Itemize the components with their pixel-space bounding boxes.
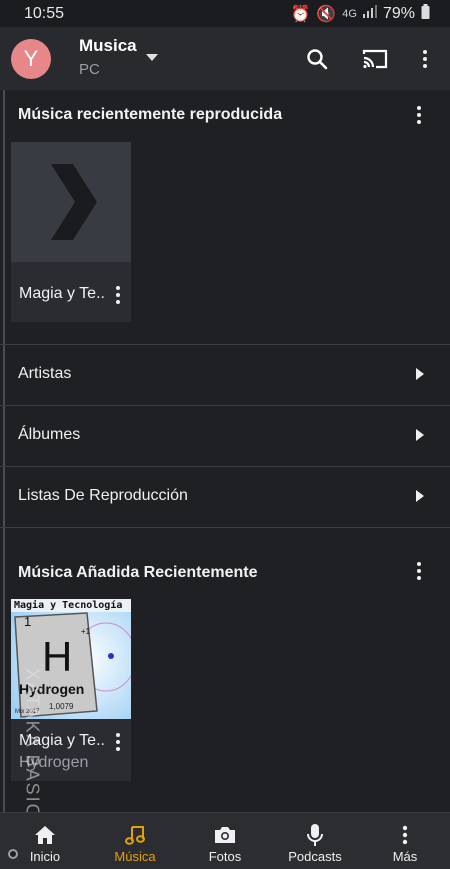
card-more-icon[interactable] — [106, 283, 130, 307]
avatar[interactable]: Y — [11, 39, 51, 79]
status-bar: 10:55 ⏰ 🔇 4G 79% — [0, 0, 450, 27]
nav-music[interactable]: Música — [90, 813, 180, 869]
album-art-number: 1 — [24, 614, 32, 629]
divider — [0, 527, 450, 528]
watermark-text: XATAKA BASICS — [22, 668, 43, 833]
nav-more[interactable]: Más — [360, 813, 450, 869]
row-playlists[interactable]: Listas De Reproducción — [0, 466, 450, 527]
server-selector[interactable]: Musica PC — [79, 36, 137, 78]
app-bar: Y Musica PC — [0, 27, 450, 90]
main-content: Música recientemente reproducida Magia y… — [0, 90, 450, 812]
recent-played-card[interactable]: Magia y Te.. — [11, 142, 131, 322]
card-title: Magia y Te.. — [19, 285, 105, 302]
server-name: Musica — [79, 36, 137, 55]
recent-played-more-icon[interactable] — [407, 103, 431, 127]
row-label: Artistas — [18, 365, 72, 382]
music-note-icon — [124, 823, 146, 847]
server-subtitle: PC — [79, 61, 100, 78]
row-artists[interactable]: Artistas — [0, 344, 450, 405]
album-art-charge: +1 — [81, 627, 91, 636]
battery-icon — [421, 3, 430, 24]
nav-label: Más — [392, 849, 418, 864]
microphone-icon — [306, 823, 324, 847]
network-type-label: 4G — [342, 7, 357, 20]
mute-icon: 🔇 — [316, 5, 337, 23]
plex-chevron-icon — [51, 164, 97, 240]
alarm-icon: ⏰ — [290, 5, 311, 23]
nav-label: Podcasts — [288, 849, 342, 864]
status-icons: ⏰ 🔇 4G 79% — [290, 3, 430, 24]
chevron-right-icon — [416, 429, 424, 441]
album-art-mass: 1,0079 — [49, 702, 74, 711]
nav-label: Música — [114, 849, 156, 864]
nav-photos[interactable]: Fotos — [180, 813, 270, 869]
card-more-icon[interactable] — [106, 730, 130, 754]
signal-icon — [362, 4, 377, 23]
more-options-icon[interactable] — [413, 47, 437, 71]
row-label: Álbumes — [18, 426, 81, 443]
more-vertical-icon — [402, 823, 408, 847]
cast-icon[interactable] — [358, 42, 392, 76]
battery-percent: 79% — [382, 4, 415, 22]
row-label: Listas De Reproducción — [18, 487, 188, 504]
chevron-right-icon — [416, 490, 424, 502]
nav-podcasts[interactable]: Podcasts — [270, 813, 360, 869]
recent-added-more-icon[interactable] — [407, 559, 431, 583]
nav-home[interactable]: Inicio — [0, 813, 90, 869]
row-albums[interactable]: Álbumes — [0, 405, 450, 466]
recent-added-title: Música Añadida Recientemente — [18, 564, 258, 581]
bottom-nav: Inicio Música Fotos Podcasts Más — [0, 812, 450, 869]
search-icon[interactable] — [300, 42, 334, 76]
album-art-header: Magia y Tecnología — [14, 600, 123, 611]
album-art-symbol: H — [42, 633, 73, 680]
home-icon — [34, 823, 56, 847]
album-art-placeholder — [11, 142, 131, 262]
chevron-down-icon[interactable] — [146, 54, 158, 61]
camera-icon — [213, 823, 237, 847]
nav-label: Fotos — [208, 849, 242, 864]
recent-played-title: Música recientemente reproducida — [18, 106, 283, 123]
drag-handle[interactable] — [8, 849, 18, 859]
nav-label: Inicio — [29, 849, 61, 864]
chevron-right-icon — [416, 368, 424, 380]
status-time: 10:55 — [24, 4, 65, 22]
